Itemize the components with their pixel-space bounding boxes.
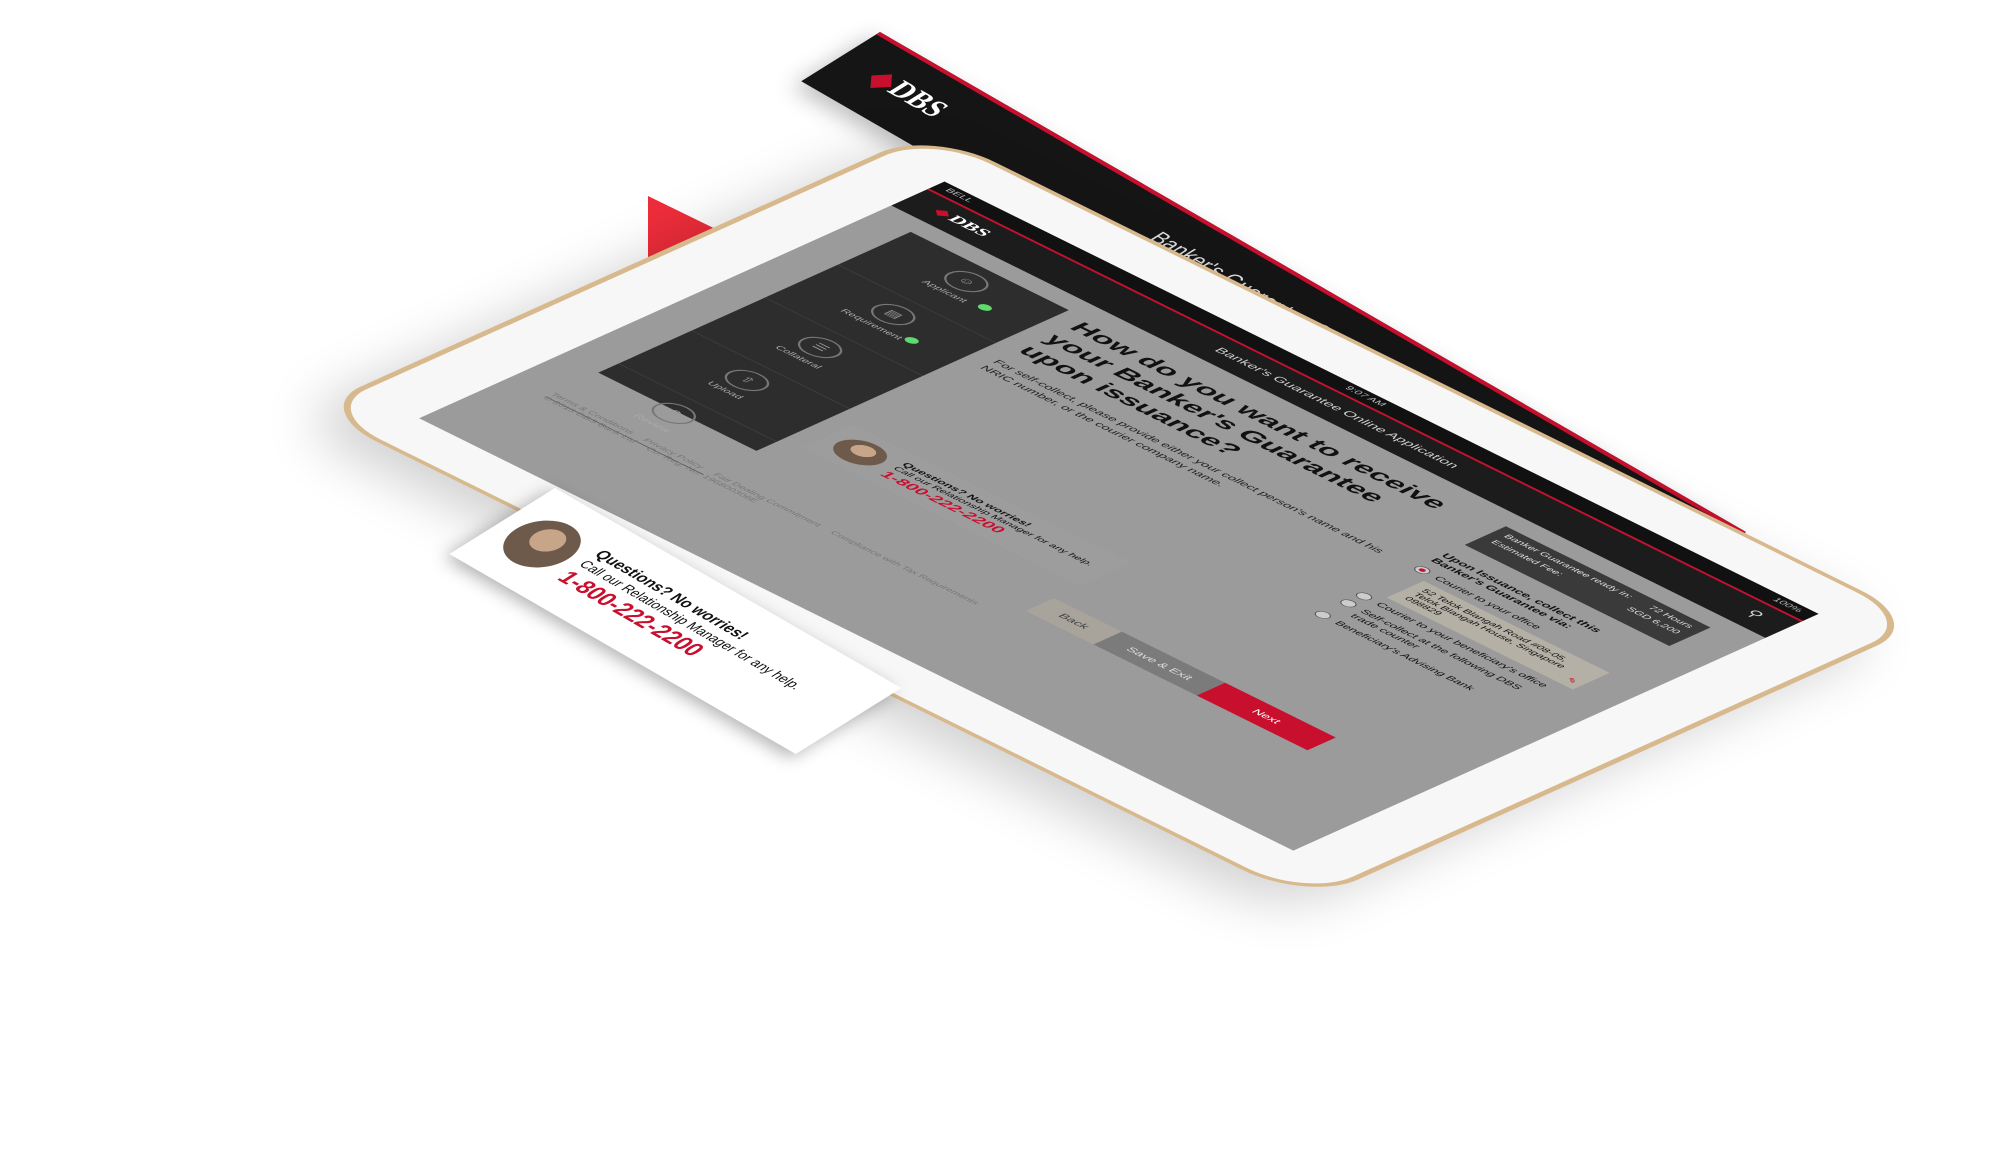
next-button[interactable]: Next: [1196, 682, 1336, 751]
dbs-logo: DBS: [861, 66, 956, 122]
save-exit-button[interactable]: Save & Exit: [1093, 631, 1226, 696]
radio-selected[interactable]: [1410, 564, 1434, 576]
radio-button[interactable]: [1352, 590, 1376, 602]
dbs-logo-mark: [935, 210, 949, 217]
avatar: [822, 434, 898, 471]
dbs-logo-mark: [870, 74, 893, 88]
search-icon[interactable]: ⚲: [1741, 608, 1768, 621]
pencil-icon[interactable]: ✎: [1563, 676, 1581, 685]
help-phone[interactable]: 1-800-222-2200: [876, 469, 1088, 573]
action-bar: Back Save & Exit Next: [1025, 598, 1336, 751]
radio-button[interactable]: [1336, 597, 1360, 609]
radio-button[interactable]: [1311, 609, 1335, 621]
step-complete-dot: [975, 302, 995, 313]
help-text: Questions? No worries! Call our Relation…: [876, 461, 1106, 573]
help-subtitle: Call our Relationship Manager for any he…: [890, 465, 1097, 567]
step-complete-dot: [901, 335, 922, 346]
help-card: Questions? No worries! Call our Relation…: [802, 424, 1133, 586]
app-logo-text: DBS: [943, 213, 996, 239]
tablet-screen: BELL 9:07 AM 100% DBS Banker's Guarantee…: [419, 181, 1819, 851]
help-question: Questions? No worries!: [899, 461, 1036, 528]
